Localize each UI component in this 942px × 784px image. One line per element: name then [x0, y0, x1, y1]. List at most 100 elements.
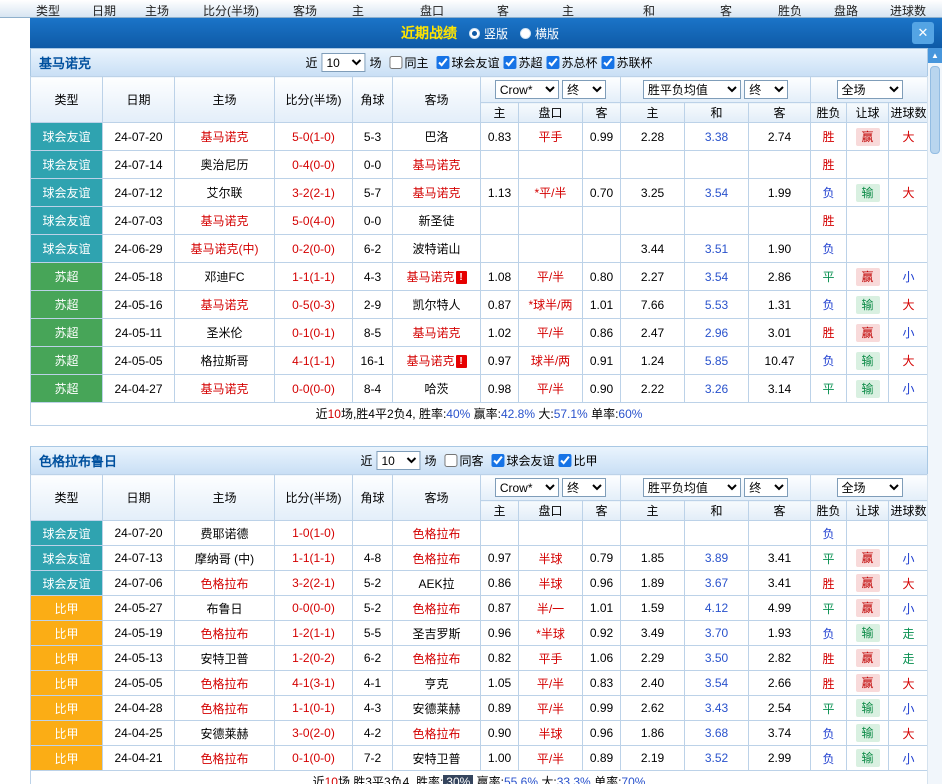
away-team[interactable]: 波特诺山! [393, 235, 481, 263]
away-team[interactable]: 基马诺克! [393, 347, 481, 375]
home-team[interactable]: 色格拉布! [175, 696, 275, 721]
euro-draw-odds: 3.52 [685, 746, 749, 771]
odds-company-select[interactable]: Crow* [495, 80, 559, 99]
away-team[interactable]: 新圣徒! [393, 207, 481, 235]
away-team[interactable]: 色格拉布! [393, 646, 481, 671]
odds-stage-select[interactable]: 终 [562, 478, 606, 497]
away-team[interactable]: 色格拉布! [393, 521, 481, 546]
home-team[interactable]: 安特卫普! [175, 646, 275, 671]
league-checkbox[interactable]: 苏总杯 [543, 54, 598, 71]
home-team[interactable]: 布鲁日! [175, 596, 275, 621]
league-checkbox[interactable]: 球会友谊 [432, 54, 499, 71]
result-cell: 胜 [811, 646, 847, 671]
home-team[interactable]: 基马诺克! [175, 291, 275, 319]
scroll-up-icon[interactable]: ▲ [928, 48, 942, 63]
away-team[interactable]: 基马诺克! [393, 263, 481, 291]
away-team[interactable]: 基马诺克! [393, 319, 481, 347]
asian-away-odds: 0.90 [583, 375, 621, 403]
away-team[interactable]: 色格拉布! [393, 721, 481, 746]
close-icon[interactable]: ✕ [912, 22, 934, 44]
handicap-result-cell: 赢 [847, 263, 889, 291]
match-date: 24-06-29 [103, 235, 175, 263]
scrollbar-thumb[interactable] [930, 66, 940, 154]
league-checkbox[interactable]: 苏超 [500, 54, 543, 71]
home-team[interactable]: 基马诺克! [175, 207, 275, 235]
away-team[interactable]: 安特卫普! [393, 746, 481, 771]
asian-home-odds: 0.87 [481, 596, 519, 621]
league-badge: 比甲 [31, 596, 103, 621]
away-team[interactable]: 安德莱赫! [393, 696, 481, 721]
euro-home-odds: 7.66 [621, 291, 685, 319]
col-away: 客场 [393, 77, 481, 123]
euro-odds-select[interactable]: 胜平负均值 [643, 478, 741, 497]
away-team[interactable]: 色格拉布! [393, 546, 481, 571]
home-team[interactable]: 基马诺克! [175, 123, 275, 151]
away-team[interactable]: 圣吉罗斯! [393, 621, 481, 646]
asian-away-odds: 0.96 [583, 571, 621, 596]
home-team[interactable]: 艾尔联! [175, 179, 275, 207]
home-team[interactable]: 安德莱赫! [175, 721, 275, 746]
full-match-select[interactable]: 全场 [837, 80, 903, 99]
recent-count-select[interactable]: 10 [321, 53, 365, 72]
away-team[interactable]: 巴洛! [393, 123, 481, 151]
odds-company-select[interactable]: Crow* [495, 478, 559, 497]
score: 1-0(1-0) [275, 521, 353, 546]
odds-stage-select[interactable]: 终 [562, 80, 606, 99]
bg-header-label: 客 [720, 2, 732, 18]
result-cell: 平 [811, 263, 847, 291]
asian-away-odds: 0.89 [583, 746, 621, 771]
home-team[interactable]: 圣米伦! [175, 319, 275, 347]
home-team[interactable]: 费耶诺德! [175, 521, 275, 546]
match-date: 24-05-05 [103, 671, 175, 696]
recent-count-select[interactable]: 10 [376, 451, 420, 470]
match-date: 24-04-27 [103, 375, 175, 403]
euro-away-odds: 2.99 [749, 746, 811, 771]
home-team[interactable]: 色格拉布! [175, 571, 275, 596]
result-cell: 胜 [811, 571, 847, 596]
home-team[interactable]: 基马诺克(中)! [175, 235, 275, 263]
euro-home-odds: 2.19 [621, 746, 685, 771]
away-team[interactable]: 亨克! [393, 671, 481, 696]
full-match-select[interactable]: 全场 [837, 478, 903, 497]
euro-away-odds: 3.74 [749, 721, 811, 746]
league-checkbox[interactable]: 比甲 [555, 452, 598, 469]
asian-home-odds: 0.86 [481, 571, 519, 596]
vertical-layout-radio[interactable]: 竖版 [469, 25, 508, 42]
score: 1-2(0-2) [275, 646, 353, 671]
euro-draw-odds: 3.51 [685, 235, 749, 263]
away-team[interactable]: 基马诺克! [393, 151, 481, 179]
popup-titlebar: 近期战绩 竖版 横版 ✕ [30, 18, 942, 48]
euro-away-odds [749, 207, 811, 235]
handicap-result-cell [847, 521, 889, 546]
home-team[interactable]: 摩纳哥 (中)! [175, 546, 275, 571]
asian-handicap: 平/半 [519, 696, 583, 721]
home-team[interactable]: 色格拉布! [175, 621, 275, 646]
home-team[interactable]: 色格拉布! [175, 746, 275, 771]
home-team[interactable]: 基马诺克! [175, 375, 275, 403]
euro-stage-select[interactable]: 终 [744, 80, 788, 99]
league-checkbox[interactable]: 球会友谊 [488, 452, 555, 469]
horizontal-layout-radio[interactable]: 横版 [520, 25, 559, 42]
away-team[interactable]: 哈茨! [393, 375, 481, 403]
home-team[interactable]: 格拉斯哥! [175, 347, 275, 375]
away-team[interactable]: AEK拉! [393, 571, 481, 596]
away-team[interactable]: 凯尔特人! [393, 291, 481, 319]
euro-odds-select[interactable]: 胜平负均值 [643, 80, 741, 99]
same-venue-checkbox[interactable]: 同客 [440, 452, 483, 469]
same-venue-checkbox[interactable]: 同主 [385, 54, 428, 71]
league-checkbox[interactable]: 苏联杯 [598, 54, 653, 71]
match-date: 24-07-12 [103, 179, 175, 207]
handicap-result-cell: 赢 [847, 596, 889, 621]
away-team[interactable]: 基马诺克! [393, 179, 481, 207]
league-badge: 球会友谊 [31, 521, 103, 546]
match-date: 24-07-03 [103, 207, 175, 235]
euro-home-odds: 3.49 [621, 621, 685, 646]
euro-stage-select[interactable]: 终 [744, 478, 788, 497]
away-team[interactable]: 色格拉布! [393, 596, 481, 621]
bg-header-label: 类型 [36, 2, 60, 18]
home-team[interactable]: 色格拉布! [175, 671, 275, 696]
euro-home-odds: 2.47 [621, 319, 685, 347]
match-row: 苏超 24-05-05 格拉斯哥! 4-1(1-1) 16-1 基马诺克! 0.… [31, 347, 929, 375]
home-team[interactable]: 邓迪FC! [175, 263, 275, 291]
home-team[interactable]: 奥治尼历! [175, 151, 275, 179]
